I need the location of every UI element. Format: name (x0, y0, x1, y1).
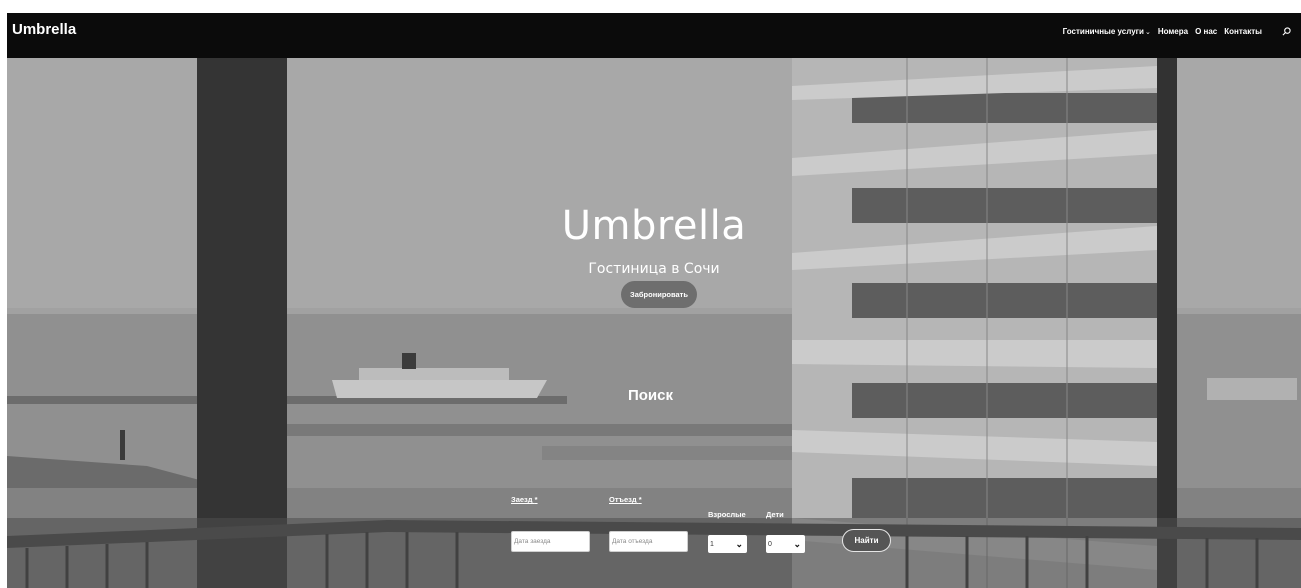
required-marker: * (534, 495, 538, 504)
nav-item-contacts[interactable]: Контакты (1224, 27, 1262, 36)
checkin-label: Заезд * (511, 495, 538, 504)
hero-subtitle: Гостиница в Сочи (588, 261, 720, 277)
nav-item-label: Гостиничные услуги (1062, 26, 1144, 36)
find-button[interactable]: Найти (842, 529, 891, 552)
children-label: Дети (766, 510, 784, 519)
children-select[interactable]: 0 ⌄ (766, 535, 805, 553)
search-icon[interactable] (1279, 24, 1293, 38)
checkout-date-input[interactable]: Дата отъезда (609, 531, 688, 552)
checkin-date-input[interactable]: Дата заезда (511, 531, 590, 552)
hero-section: Umbrella Гостиница в Сочи Забронировать (7, 58, 1301, 588)
nav-item-hotel-services[interactable]: Гостиничные услуги⌄ (1063, 27, 1151, 36)
adults-value: 1 (710, 540, 714, 548)
main-nav: Гостиничные услуги⌄ Номера О нас Контакт… (1063, 24, 1293, 38)
checkout-label: Отъезд * (609, 495, 642, 504)
required-marker: * (638, 495, 642, 504)
children-value: 0 (768, 540, 772, 548)
search-title: Поиск (627, 387, 673, 404)
nav-item-about[interactable]: О нас (1195, 27, 1217, 36)
checkout-label-text: Отъезд (609, 495, 637, 504)
nav-item-rooms[interactable]: Номера (1158, 27, 1188, 36)
chevron-down-icon: ⌄ (735, 539, 743, 549)
site-header: Umbrella Гостиничные услуги⌄ Номера О на… (7, 13, 1301, 58)
site-logo[interactable]: Umbrella (12, 21, 76, 38)
checkin-label-text: Заезд (511, 495, 533, 504)
hero-title: Umbrella (561, 203, 747, 249)
adults-label: Взрослые (708, 510, 746, 519)
page: Umbrella Гостиничные услуги⌄ Номера О на… (0, 0, 1301, 588)
chevron-down-icon: ⌄ (1144, 28, 1151, 36)
book-button[interactable]: Забронировать (621, 281, 697, 308)
adults-select[interactable]: 1 ⌄ (708, 535, 747, 553)
chevron-down-icon: ⌄ (793, 539, 801, 549)
hero-content: Umbrella Гостиница в Сочи Забронировать (7, 58, 1301, 588)
